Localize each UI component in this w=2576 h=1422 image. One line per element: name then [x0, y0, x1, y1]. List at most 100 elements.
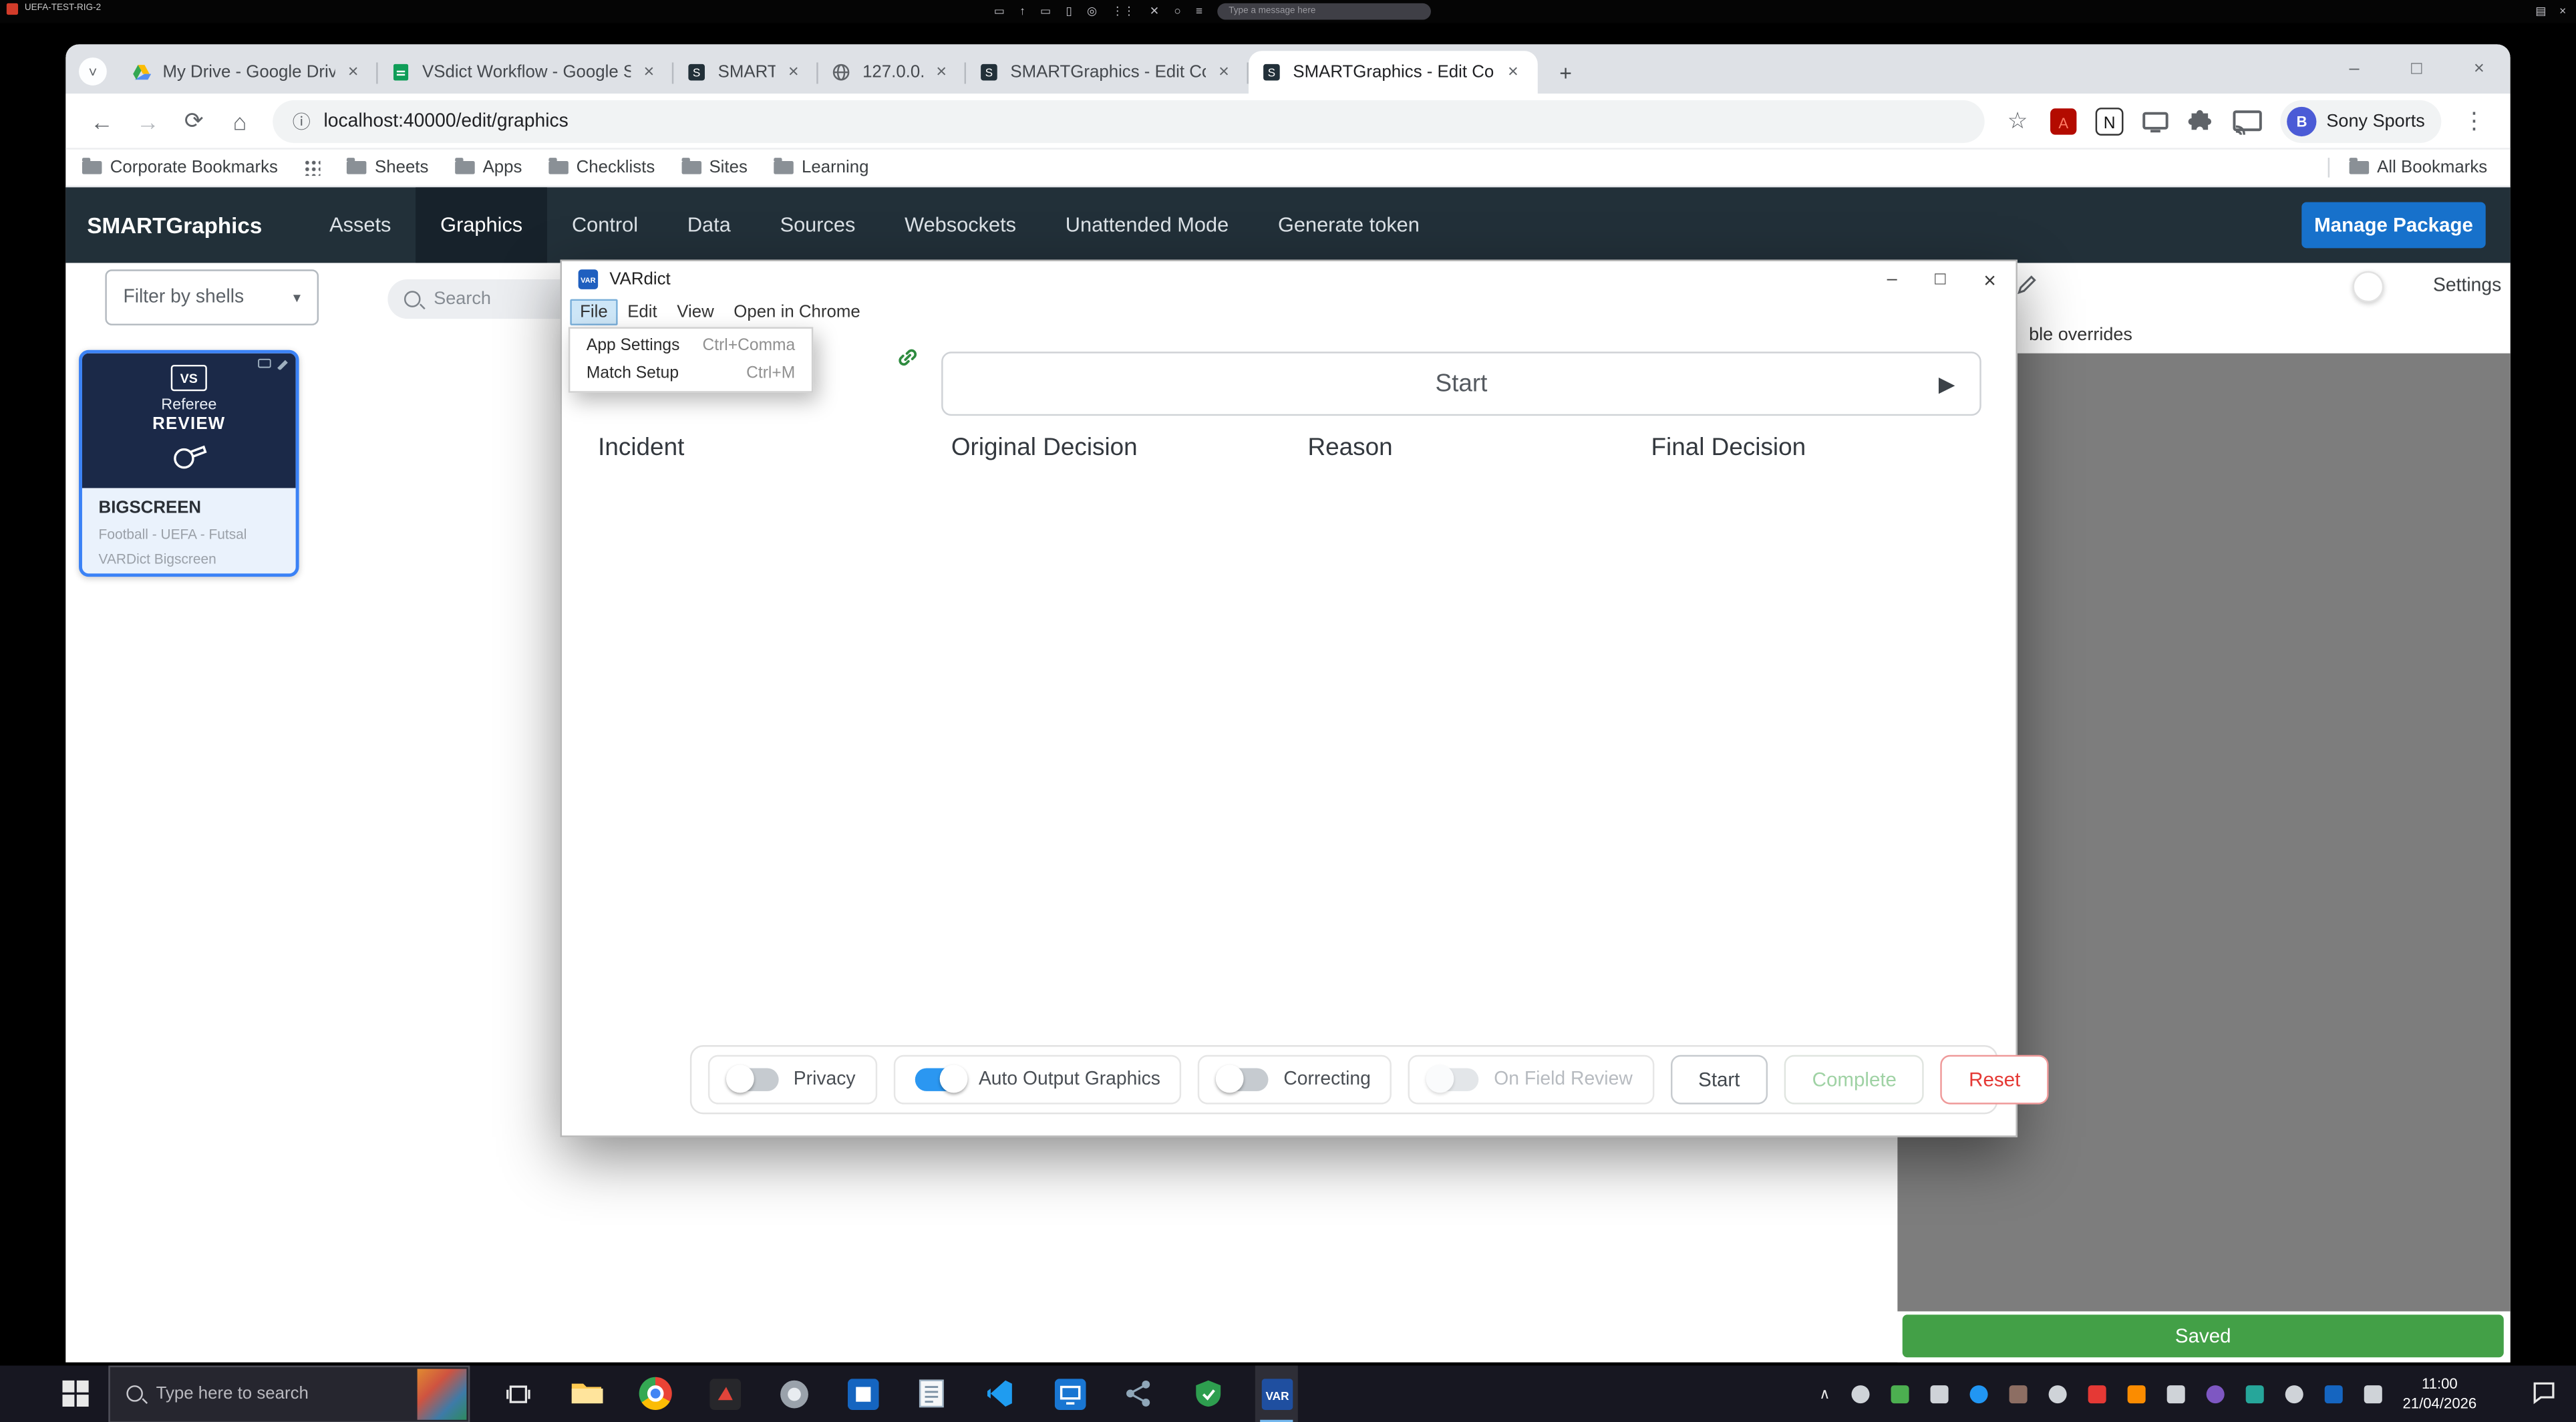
nav-graphics[interactable]: Graphics — [416, 187, 548, 263]
close-icon[interactable]: × — [1983, 267, 1996, 292]
close-button[interactable]: × — [2448, 44, 2510, 94]
tray-icon[interactable] — [2166, 1385, 2185, 1403]
tab-close-icon[interactable]: × — [1502, 61, 1524, 84]
nav-control[interactable]: Control — [547, 187, 663, 263]
tab-close-icon[interactable]: × — [930, 61, 953, 84]
tray-icon[interactable] — [2127, 1385, 2146, 1403]
menu-file[interactable]: File — [570, 299, 618, 325]
tab-my-drive[interactable]: My Drive - Google Drive × — [118, 51, 378, 94]
tray-icon[interactable] — [2048, 1385, 2067, 1403]
bookmark-checklists[interactable]: Checklists — [548, 158, 655, 178]
home-icon[interactable]: ⌂ — [220, 101, 260, 140]
start-button[interactable]: Start — [1670, 1054, 1768, 1105]
bookmark-corporate[interactable]: Corporate Bookmarks — [82, 158, 278, 178]
vardict-taskbar-button[interactable]: VAR — [1255, 1365, 1298, 1422]
menu-open-in-chrome[interactable]: Open in Chrome — [723, 299, 870, 325]
extensions-puzzle-icon[interactable] — [2185, 104, 2218, 137]
tab-close-icon[interactable]: × — [637, 61, 660, 84]
vscode-button[interactable] — [979, 1366, 1022, 1422]
nav-sources[interactable]: Sources — [756, 187, 880, 263]
tab-smartgraphics-1[interactable]: S SMARTG × — [673, 51, 818, 94]
extension-screen-icon[interactable] — [2139, 104, 2172, 137]
cast-icon[interactable] — [2231, 104, 2264, 137]
extension-notion-icon[interactable]: N — [2093, 104, 2126, 137]
shell-card-bigscreen[interactable]: VS Referee REVIEW BIGSCREEN Football - U… — [79, 349, 299, 577]
privacy-toggle-group[interactable]: Privacy — [707, 1054, 877, 1105]
nav-generate-token[interactable]: Generate token — [1253, 187, 1444, 263]
tab-close-icon[interactable]: × — [782, 61, 805, 84]
tray-icon[interactable] — [2245, 1385, 2264, 1403]
notification-center-icon[interactable] — [2532, 1381, 2557, 1405]
maximize-icon[interactable]: □ — [1935, 269, 1945, 289]
remote-monitor-icon[interactable]: ▭ — [994, 6, 1005, 17]
tab-vsdict-workflow[interactable]: VSdict Workflow - Google Shee × — [378, 51, 674, 94]
auto-output-graphics-toggle-group[interactable]: Auto Output Graphics — [893, 1054, 1182, 1105]
correcting-toggle[interactable] — [1216, 1064, 1269, 1093]
tab-smartgraphics-active[interactable]: S SMARTGraphics - Edit Compon × — [1248, 51, 1538, 94]
bookmark-apps[interactable]: Apps — [454, 158, 522, 178]
correcting-toggle-group[interactable]: Correcting — [1198, 1054, 1392, 1105]
search-daily-image[interactable] — [417, 1369, 467, 1419]
remote-scissors-icon[interactable]: ✕ — [1150, 6, 1159, 17]
menu-edit[interactable]: Edit — [617, 299, 667, 325]
remote-record-icon[interactable]: ○ — [1174, 6, 1180, 17]
remote-close-icon[interactable]: × — [2559, 6, 2566, 17]
tray-icon[interactable] — [1851, 1385, 1870, 1403]
remote-apps-icon[interactable]: ⋮⋮ — [1112, 6, 1134, 17]
share-app-button[interactable] — [1117, 1366, 1160, 1422]
browser-menu-icon[interactable]: ⋮ — [2454, 101, 2494, 140]
browser2-button[interactable] — [772, 1366, 815, 1422]
saved-button[interactable]: Saved — [1902, 1314, 2504, 1358]
remote-menu-icon[interactable]: ≡ — [1196, 6, 1202, 17]
manage-package-button[interactable]: Manage Package — [2301, 202, 2486, 249]
taskbar-search-input[interactable]: Type here to search — [108, 1365, 470, 1422]
bookmark-star-icon[interactable]: ☆ — [1998, 101, 2038, 140]
tray-icon[interactable] — [1969, 1385, 1988, 1403]
new-tab-button[interactable]: + — [1548, 54, 1584, 90]
play-icon[interactable]: ▶ — [1921, 358, 1973, 409]
tab-localhost[interactable]: 127.0.0.1:1 × — [818, 51, 966, 94]
bookmark-sites[interactable]: Sites — [681, 158, 748, 178]
menu-item-match-setup[interactable]: Match Setup Ctrl+M — [570, 360, 811, 388]
settings-toggle-knob[interactable] — [2352, 271, 2384, 303]
remote-message-input[interactable]: Type a message here — [1217, 3, 1431, 20]
chrome-button[interactable] — [634, 1366, 677, 1422]
tray-icon[interactable] — [2206, 1385, 2225, 1403]
vardict-titlebar[interactable]: VAR VARdict – □ × — [562, 261, 2016, 298]
tray-icon[interactable] — [1930, 1385, 1949, 1403]
maximize-button[interactable]: □ — [2386, 44, 2448, 94]
tray-icon[interactable] — [2285, 1385, 2303, 1403]
apps-grid-icon[interactable] — [304, 159, 321, 176]
forward-icon[interactable]: → — [128, 101, 168, 140]
task-view-button[interactable] — [496, 1366, 539, 1422]
nav-websockets[interactable]: Websockets — [880, 187, 1041, 263]
tray-expand-icon[interactable]: ∧ — [1819, 1385, 1830, 1403]
remote-display2-icon[interactable]: ▯ — [1066, 6, 1072, 17]
tray-icon[interactable] — [2324, 1385, 2343, 1403]
privacy-toggle[interactable] — [726, 1064, 779, 1093]
taskbar-clock[interactable]: 11:00 21/04/2026 — [2386, 1373, 2494, 1415]
filter-by-shells-select[interactable]: Filter by shells ▾ — [105, 269, 319, 325]
blue-monitor-app-button[interactable] — [1048, 1366, 1091, 1422]
minimize-icon[interactable]: – — [1887, 269, 1897, 289]
on-field-review-toggle-group[interactable]: On Field Review — [1408, 1054, 1654, 1105]
all-bookmarks[interactable]: All Bookmarks — [2349, 158, 2487, 178]
tab-search-button[interactable]: ˅ — [79, 57, 107, 86]
remote-upload-icon[interactable]: ↑ — [1019, 6, 1025, 17]
remote-display-icon[interactable]: ▭ — [1040, 6, 1051, 17]
notepad-button[interactable] — [910, 1366, 953, 1422]
edit-pencil-icon[interactable] — [2017, 275, 2038, 295]
profile-chip[interactable]: B Sony Sports — [2280, 99, 2442, 142]
security-app-button[interactable] — [1186, 1366, 1229, 1422]
address-bar[interactable]: ⓘ localhost:40000/edit/graphics — [273, 99, 1985, 142]
site-info-icon[interactable]: ⓘ — [293, 108, 311, 134]
dark-app-button[interactable] — [703, 1366, 746, 1422]
reset-button[interactable]: Reset — [1941, 1054, 2049, 1105]
reload-icon[interactable]: ⟳ — [174, 101, 214, 140]
tray-icon[interactable] — [2364, 1385, 2382, 1403]
tray-icon[interactable] — [2009, 1385, 2028, 1403]
bookmark-learning[interactable]: Learning — [774, 158, 869, 178]
remote-view-icon[interactable]: ◎ — [1087, 6, 1097, 17]
blue-doc-app-button[interactable] — [841, 1366, 884, 1422]
complete-button[interactable]: Complete — [1784, 1054, 1925, 1105]
